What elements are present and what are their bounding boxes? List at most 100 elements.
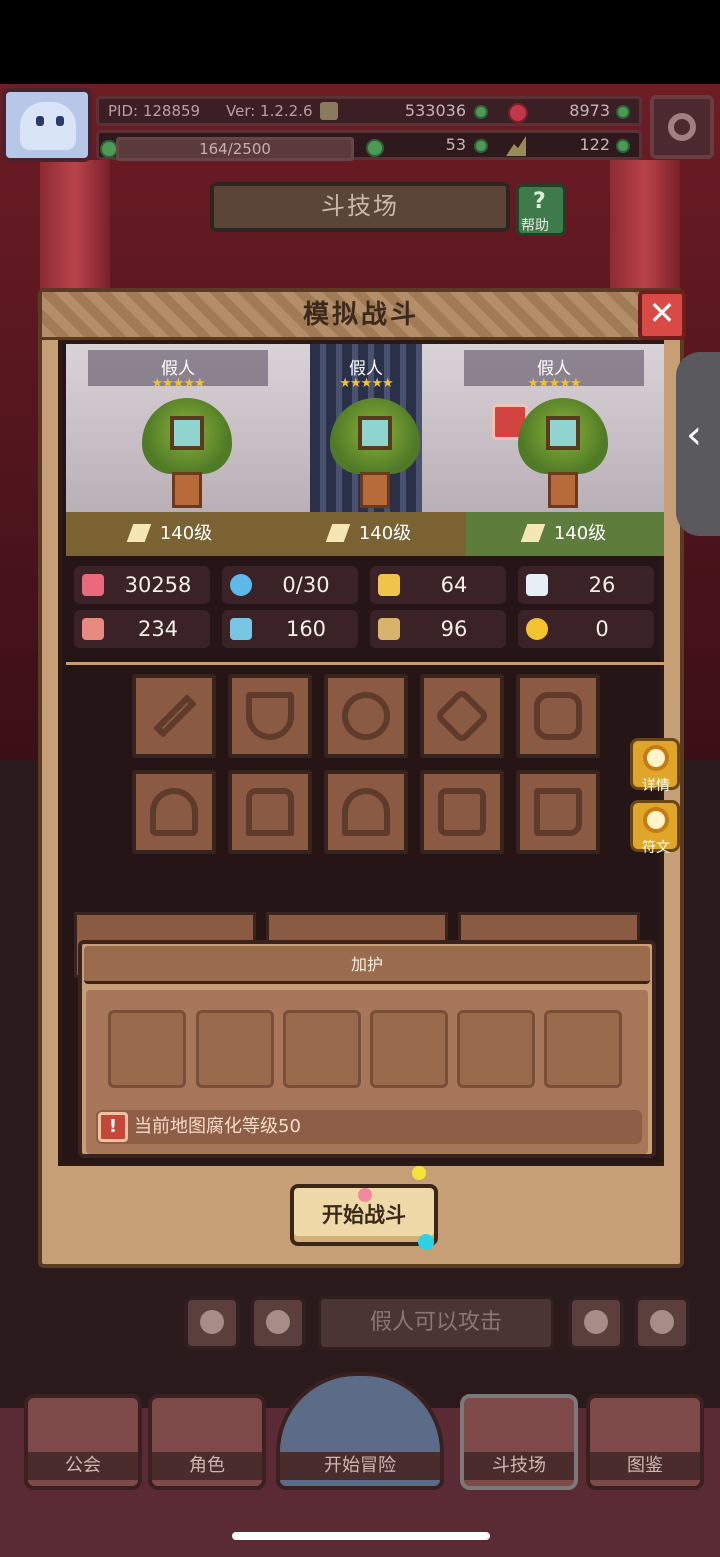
coin-icon — [320, 102, 338, 120]
fighter-level-3-selected[interactable]: 140级 — [466, 512, 664, 556]
gold-plus-icon[interactable] — [474, 105, 488, 119]
gem-plus-icon[interactable] — [616, 105, 630, 119]
divider — [66, 662, 664, 665]
equip-slot-weapon[interactable] — [132, 674, 216, 758]
dialog-title: 模拟战斗 — [42, 292, 680, 340]
clover-count: 53 — [445, 135, 466, 154]
blessing-header: 加护 — [84, 946, 650, 984]
help-label: 帮助 — [521, 218, 549, 234]
helmet-icon — [150, 788, 198, 836]
avatar-face — [20, 102, 76, 150]
equip-slot-helmet[interactable] — [132, 770, 216, 854]
minus-button[interactable] — [250, 1296, 306, 1350]
tree-trunk — [360, 472, 390, 508]
dummy-tree-sprite — [518, 398, 608, 508]
close-button[interactable]: ✕ — [638, 290, 686, 340]
mirror-icon — [170, 416, 204, 450]
mirror-icon — [358, 416, 392, 450]
blessing-slot[interactable] — [370, 1010, 448, 1088]
gear-icon — [668, 113, 696, 141]
blessing-slot[interactable] — [108, 1010, 186, 1088]
equip-slot-ring[interactable] — [516, 674, 600, 758]
magnifier-icon — [643, 745, 669, 771]
stat-value: 30258 — [124, 573, 192, 597]
gloves-icon — [438, 788, 486, 836]
chevron-left-icon: ‹ — [686, 412, 702, 458]
fighter-level-1[interactable]: 140级 — [66, 512, 276, 556]
help-button[interactable]: ? 帮助 — [516, 184, 566, 236]
dummy-tree-sprite — [142, 398, 232, 508]
equip-slot-armor[interactable] — [228, 770, 312, 854]
move-down-button[interactable] — [184, 1296, 240, 1350]
touch-dot — [418, 1234, 434, 1250]
equip-slot-boots[interactable] — [516, 770, 600, 854]
armor-icon — [246, 788, 294, 836]
trophy-plus-icon[interactable] — [616, 139, 630, 153]
rune-button[interactable]: 符文 — [630, 800, 680, 856]
side-drawer-handle[interactable]: ‹ — [676, 352, 720, 536]
close-icon: ✕ — [648, 294, 676, 332]
stat-value: 0/30 — [282, 573, 330, 597]
fist-icon — [82, 618, 104, 640]
status-bar-area — [0, 0, 720, 84]
attack-hint: 假人可以攻击 — [318, 1296, 554, 1350]
plus-button[interactable] — [568, 1296, 624, 1350]
nav-label: 角色 — [152, 1452, 262, 1480]
nav-arena[interactable]: 斗技场 — [460, 1394, 578, 1490]
blessing-slot[interactable] — [544, 1010, 622, 1088]
stat-speed: 26 — [518, 566, 654, 604]
nav-guild[interactable]: 公会 — [24, 1394, 142, 1490]
details-button[interactable]: 详情 — [630, 738, 680, 794]
level-strip: 140级 140级 140级 — [66, 512, 664, 556]
cloak-icon — [342, 788, 390, 836]
nav-label: 斗技场 — [464, 1452, 574, 1480]
tree-trunk — [548, 472, 578, 508]
blessing-slot[interactable] — [196, 1010, 274, 1088]
gem-count: 8973 — [569, 101, 610, 120]
settings-button[interactable] — [650, 95, 714, 159]
plus-icon — [584, 1310, 608, 1334]
player-avatar[interactable] — [2, 88, 92, 162]
rune-label: 符文 — [642, 840, 670, 856]
stat-value: 234 — [137, 617, 179, 641]
equip-slot-cloak[interactable] — [324, 770, 408, 854]
sword-icon — [153, 694, 197, 738]
move-up-button[interactable] — [634, 1296, 690, 1350]
shield-icon — [378, 574, 400, 596]
blessing-slot[interactable] — [457, 1010, 535, 1088]
level-text: 140级 — [553, 523, 607, 544]
blessing-slot[interactable] — [283, 1010, 361, 1088]
minus-icon — [266, 1310, 290, 1334]
stat-value: 0 — [595, 617, 609, 641]
trophy-count: 122 — [579, 135, 610, 154]
water-drop-icon — [230, 574, 252, 596]
nav-codex[interactable]: 图鉴 — [586, 1394, 704, 1490]
warning-text: 当前地图腐化等级50 — [134, 1116, 301, 1137]
fighter-level-2[interactable]: 140级 — [276, 512, 464, 556]
nav-label: 图鉴 — [590, 1452, 700, 1480]
equip-slot-gloves[interactable] — [420, 770, 504, 854]
clover-plus-icon[interactable] — [474, 139, 488, 153]
level-text: 140级 — [159, 523, 213, 544]
refresh-icon — [643, 807, 669, 833]
dummy-tree-sprite — [330, 398, 420, 508]
boot-icon — [534, 788, 582, 836]
equip-slot-amulet[interactable] — [324, 674, 408, 758]
arena-title: 斗技场 — [210, 182, 510, 232]
stat-attack: 234 — [74, 610, 210, 648]
nav-label: 公会 — [28, 1452, 138, 1480]
avatar-eye — [36, 116, 44, 126]
stats-panel: 30258 0/30 64 26 234 160 96 0 — [66, 562, 664, 658]
nav-character[interactable]: 角色 — [148, 1394, 266, 1490]
shield-icon — [246, 692, 294, 740]
stat-armor: 64 — [370, 566, 506, 604]
equip-slot-shield[interactable] — [228, 674, 312, 758]
equip-slot-gem[interactable] — [420, 674, 504, 758]
home-indicator — [232, 1532, 490, 1540]
star-rating: ★★★★★ — [151, 376, 205, 391]
stat-value: 160 — [285, 617, 327, 641]
star-rating: ★★★★★ — [527, 376, 581, 391]
star-rating: ★★★★★ — [339, 376, 393, 391]
stat-value: 96 — [440, 617, 468, 641]
blessing-body: ! 当前地图腐化等级50 — [86, 990, 648, 1154]
